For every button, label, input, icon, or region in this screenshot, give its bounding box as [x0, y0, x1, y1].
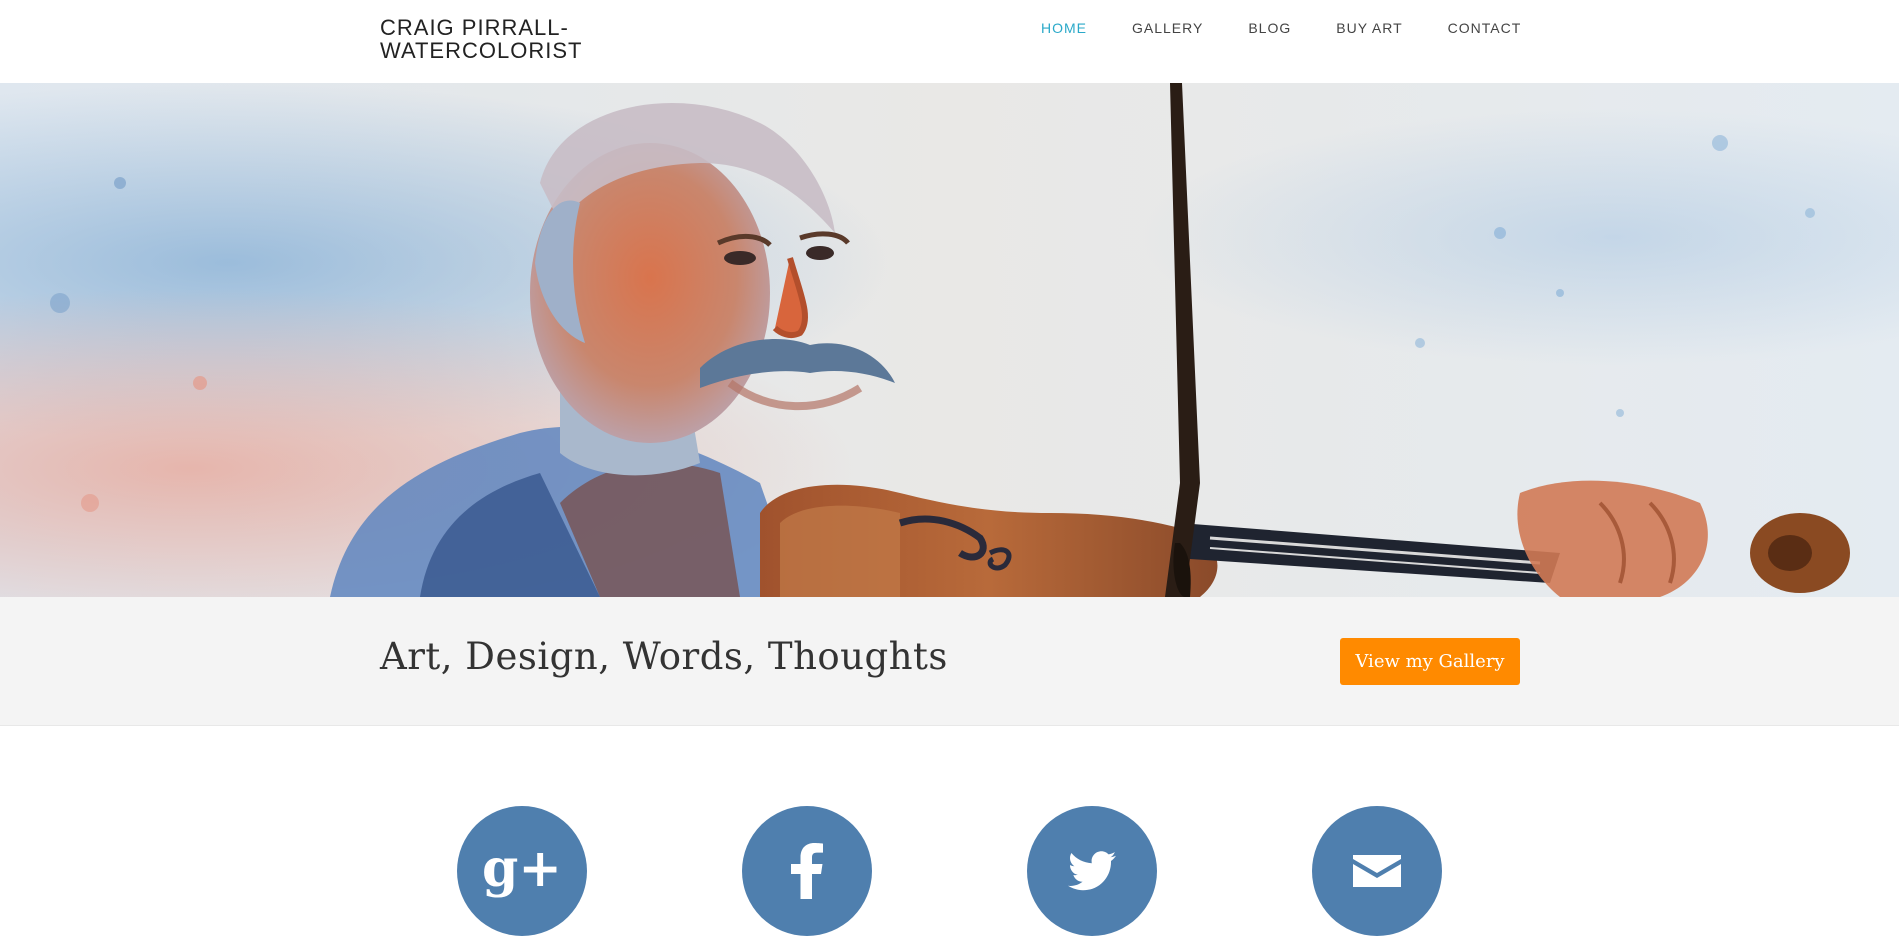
main-nav: HOME GALLERY BLOG BUY ART CONTACT [1041, 20, 1521, 36]
facebook-button[interactable] [742, 806, 872, 936]
view-gallery-button[interactable]: View my Gallery [1340, 638, 1520, 685]
twitter-button[interactable] [1027, 806, 1157, 936]
social-links-section: g+ [0, 726, 1899, 944]
site-header: CRAIG PIRRALL-WATERCOLORIST HOME GALLERY… [0, 0, 1899, 83]
google-plus-icon: g+ [482, 838, 562, 899]
email-icon [1353, 855, 1401, 887]
nav-buy-art[interactable]: BUY ART [1336, 20, 1402, 36]
site-brand-logo[interactable]: CRAIG PIRRALL-WATERCOLORIST [380, 16, 620, 62]
facebook-icon [791, 843, 823, 899]
nav-blog[interactable]: BLOG [1248, 20, 1291, 36]
hero-watercolor-illustration [0, 83, 1899, 597]
tagline-heading: Art, Design, Words, Thoughts [380, 635, 948, 678]
email-button[interactable] [1312, 806, 1442, 936]
tagline-band: Art, Design, Words, Thoughts View my Gal… [0, 597, 1899, 726]
nav-contact[interactable]: CONTACT [1448, 20, 1522, 36]
nav-gallery[interactable]: GALLERY [1132, 20, 1203, 36]
nav-home[interactable]: HOME [1041, 20, 1087, 36]
google-plus-button[interactable]: g+ [457, 806, 587, 936]
hero-banner-image [0, 83, 1899, 597]
twitter-icon [1068, 851, 1116, 891]
